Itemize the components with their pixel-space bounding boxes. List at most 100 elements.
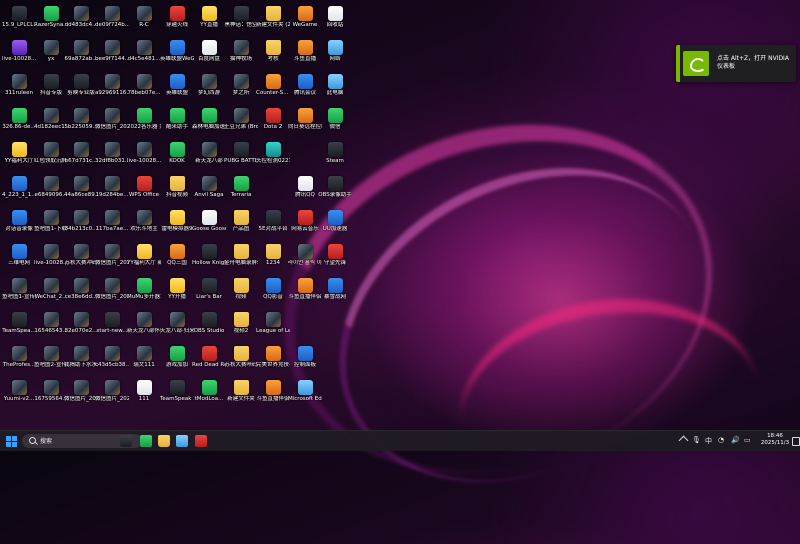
desktop-shortcut[interactable]: de09f724b...: [95, 3, 129, 29]
desktop-shortcut[interactable]: 网络: [318, 37, 352, 63]
desktop-shortcut[interactable]: 微信图片_2024110...: [95, 377, 129, 403]
desktop-shortcut[interactable]: WPS Office: [127, 173, 161, 199]
desktop-shortcut[interactable]: 16546543...: [34, 309, 68, 335]
desktop-shortcut[interactable]: 百度网盘: [192, 37, 226, 63]
desktop-shortcut[interactable]: ce38e6dd...: [64, 275, 98, 301]
desktop-shortcut[interactable]: MuMu多开器12: [127, 275, 161, 301]
desktop-shortcut[interactable]: 剪映专业版: [64, 71, 98, 97]
desktop-shortcut[interactable]: 梦幻西游: [192, 71, 226, 97]
desktop-shortcut[interactable]: 新天龙八部: [192, 139, 226, 165]
desktop-shortcut[interactable]: 新建文件夹: [224, 377, 258, 403]
desktop-shortcut[interactable]: 鱼吧图1-下载视频: [34, 207, 68, 233]
desktop-shortcut[interactable]: 鱼吧图2-宣传图: [34, 343, 68, 369]
desktop-shortcut[interactable]: 英雄联盟WeGame版: [160, 37, 194, 63]
desktop-shortcut[interactable]: start-new...: [95, 309, 129, 335]
desktop-shortcut[interactable]: 我揭助下水水源地问题: [64, 343, 98, 369]
desktop-shortcut[interactable]: 视频2: [224, 309, 258, 335]
wechat-icon[interactable]: [140, 435, 152, 447]
desktop-shortcut[interactable]: TheProfes...: [2, 343, 36, 369]
desktop-shortcut[interactable]: YY福利大厅 新版上线...: [127, 241, 161, 267]
desktop-shortcut[interactable]: 32df8b031...: [95, 139, 129, 165]
desktop-shortcut[interactable]: TeamSpea...: [2, 309, 36, 335]
desktop-shortcut[interactable]: 19d284be...: [95, 173, 129, 199]
desktop-shortcut[interactable]: 雷电模拟器9: [160, 207, 194, 233]
desktop-shortcut[interactable]: 苏秋大赛咔码: [224, 343, 258, 369]
desktop-shortcut[interactable]: 猫神牧场: [224, 37, 258, 63]
desktop-shortcut[interactable]: RazerSyna...: [34, 3, 68, 29]
desktop-shortcut[interactable]: 黑神话：悟空: [224, 3, 258, 29]
desktop-shortcut[interactable]: Dota 2: [256, 105, 290, 131]
desktop-shortcut[interactable]: Hollow Knight...: [192, 241, 226, 267]
desktop-shortcut[interactable]: 向日葵远程控制: [288, 105, 322, 131]
desktop-shortcut[interactable]: 라이언 홀릭 이오폰: [288, 241, 322, 267]
desktop-shortcut[interactable]: 15.9_LPLCL...: [2, 3, 36, 29]
desktop-shortcut[interactable]: 头控检测0227.cket...: [256, 139, 290, 165]
desktop-shortcut[interactable]: 2022各乐器 共主播概括...: [127, 105, 161, 131]
desktop-shortcut[interactable]: yx: [34, 37, 68, 63]
desktop-shortcut[interactable]: 1234: [256, 241, 290, 267]
desktop-shortcut[interactable]: 新天龙八部怀旧服: [127, 309, 161, 335]
desktop-shortcut[interactable]: 森林电脑加速器: [192, 105, 226, 131]
desktop-shortcut[interactable]: R-C: [127, 3, 161, 29]
desktop-shortcut[interactable]: 视频: [224, 275, 258, 301]
desktop-shortcut[interactable]: OBS Studio: [192, 309, 226, 335]
edge-icon[interactable]: [176, 435, 188, 447]
desktop-shortcut[interactable]: bee9f7144...: [95, 37, 129, 63]
desktop-shortcut[interactable]: YY开播: [160, 275, 194, 301]
desktop-shortcut[interactable]: 此电脑: [318, 71, 352, 97]
desktop-shortcut[interactable]: tModLoa...: [192, 377, 226, 403]
desktop-shortcut[interactable]: 44a86ce89...: [64, 173, 98, 199]
desktop-shortcut[interactable]: 欢乐斗地主: [127, 207, 161, 233]
desktop-shortcut[interactable]: live-10028...: [2, 37, 36, 63]
desktop-shortcut[interactable]: e6849096...: [34, 173, 68, 199]
desktop-shortcut[interactable]: 三维电网: [2, 241, 36, 267]
battery-icon[interactable]: ▭: [744, 436, 751, 444]
desktop-shortcut[interactable]: live-10028...: [127, 139, 161, 165]
desktop-shortcut[interactable]: 金舟电脑录屏软件: [224, 241, 258, 267]
desktop-shortcut[interactable]: 鱼吧图1-宣传图: [2, 275, 36, 301]
desktop-shortcut[interactable]: 69a872ab...: [64, 37, 98, 63]
desktop-shortcut[interactable]: League of Legends: [256, 309, 290, 335]
desktop-shortcut[interactable]: 311ruleen: [2, 71, 36, 97]
desktop-shortcut[interactable]: WeGame: [288, 3, 322, 29]
desktop-shortcut[interactable]: TeamSpeak 3: [160, 377, 194, 403]
desktop-shortcut[interactable]: 微信图片_2023060...: [95, 275, 129, 301]
desktop-shortcut[interactable]: live-10028...: [34, 241, 68, 267]
desktop-shortcut[interactable]: 326.86-de...: [2, 105, 36, 131]
desktop-shortcut[interactable]: c43d5cb38...: [95, 343, 129, 369]
desktop-shortcut[interactable]: 微信: [318, 105, 352, 131]
desktop-shortcut[interactable]: 英雄联盟: [160, 71, 194, 97]
desktop-shortcut[interactable]: 腾讯会议: [288, 71, 322, 97]
desktop-shortcut[interactable]: 回收站: [318, 3, 352, 29]
desktop-shortcut[interactable]: Anvil Saga: [192, 173, 226, 199]
desktop-shortcut[interactable]: 腾讯QQ: [288, 173, 322, 199]
desktop-shortcut[interactable]: 控制面板: [288, 343, 322, 369]
desktop-shortcut[interactable]: 111: [127, 377, 161, 403]
desktop-shortcut[interactable]: 产品图: [224, 207, 258, 233]
desktop-shortcut[interactable]: 斗鱼直播: [288, 37, 322, 63]
taskbar-clock[interactable]: 18:46 2025/11/3: [760, 433, 790, 447]
desktop-shortcut[interactable]: 土豆兄弟 (Brotato): [224, 105, 258, 131]
desktop-shortcut[interactable]: 考核: [256, 37, 290, 63]
desktop-shortcut[interactable]: 酷米助手: [160, 105, 194, 131]
desktop-shortcut[interactable]: PUBG BATTLEGR...: [224, 139, 258, 165]
desktop-shortcut[interactable]: 斗鱼直播伴侣: [288, 275, 322, 301]
desktop-shortcut[interactable]: a92969116...: [95, 71, 129, 97]
desktop-shortcut[interactable]: 微信图片_2022111...: [64, 377, 98, 403]
desktop-shortcut[interactable]: 对话音录像: [2, 207, 36, 233]
desktop-shortcut[interactable]: b67d731c...: [64, 139, 98, 165]
show-hidden-icons-chevron-icon[interactable]: [678, 435, 689, 446]
desktop-shortcut[interactable]: Steam: [318, 139, 352, 165]
desktop-shortcut[interactable]: 暴雪战网: [318, 275, 352, 301]
desktop-shortcut[interactable]: YY直播: [192, 3, 226, 29]
desktop-shortcut[interactable]: QQ三国: [160, 241, 194, 267]
desktop-shortcut[interactable]: Microsoft Edge: [288, 377, 322, 403]
desktop-shortcut[interactable]: 82e070e2...: [64, 309, 98, 335]
desktop-shortcut[interactable]: 4d182eec1...: [34, 105, 68, 131]
desktop-shortcut[interactable]: Liar's Bar: [192, 275, 226, 301]
desktop-shortcut[interactable]: OBS录像助手: [318, 173, 352, 199]
desktop-shortcut[interactable]: 斗鱼直播伴侣: [256, 377, 290, 403]
desktop-shortcut[interactable]: 游戏加加: [160, 343, 194, 369]
desktop-shortcut[interactable]: WeChat_2...: [34, 275, 68, 301]
desktop-shortcut[interactable]: 天龙八部·归来: [160, 309, 194, 335]
